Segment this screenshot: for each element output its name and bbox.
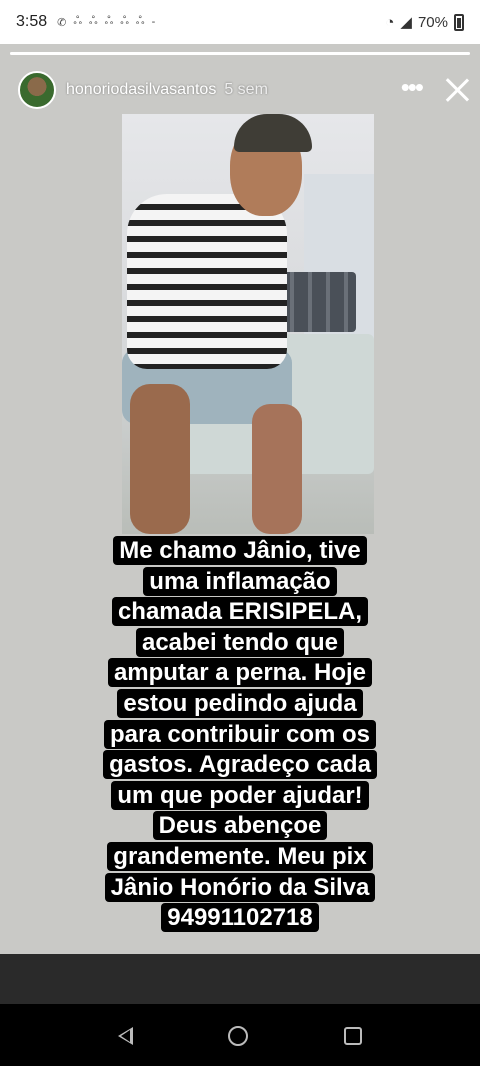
status-right: ◔ ◢ 70% (385, 13, 464, 31)
story-caption: Me chamo Jânio, tive uma inflamação chamad… (0, 536, 480, 934)
caption-line: Jânio Honório da Silva (0, 872, 480, 904)
whatsapp-icon: ✆ (57, 16, 67, 29)
android-nav-bar (0, 1006, 480, 1066)
caption-line-text: para contribuir com os (103, 719, 377, 749)
caption-line-text: amputar a perna. Hoje (107, 658, 373, 688)
header-actions: ••• (401, 74, 472, 106)
photo-leg (252, 404, 302, 534)
caption-line-text: Me chamo Jânio, tive (113, 536, 367, 565)
battery-percent: 70% (417, 13, 448, 31)
home-icon[interactable] (228, 1026, 249, 1046)
story-bottom-bar (0, 954, 480, 1004)
caption-line-text: Deus abençoe (152, 811, 328, 841)
caption-line: para contribuir com os (0, 719, 480, 751)
photo-person (127, 194, 287, 369)
overflow-dash: - (151, 16, 156, 28)
caption-line-text: grandemente. Meu pix (107, 841, 373, 871)
story-header: honoriodasilvasantos 5 sem ••• (18, 68, 472, 112)
caption-line: Deus abençoe (0, 811, 480, 842)
story-time-ago: 5 sem (224, 81, 268, 98)
caption-line-text: Jânio Honório da Silva (104, 872, 376, 902)
notif-icon: ஃ (120, 15, 129, 27)
caption-line-text: 94991102718 (161, 903, 319, 933)
story-photo (122, 114, 374, 534)
notif-icon: ஃ (135, 15, 145, 27)
username[interactable]: honoriodasilvasantos (66, 81, 216, 99)
caption-line: Me chamo Jânio, tive (0, 536, 480, 567)
caption-line-text: estou pedindo ajuda (117, 688, 363, 718)
close-icon[interactable] (442, 75, 472, 105)
signal-icon: ◢ (400, 14, 412, 31)
photo-cap (234, 114, 312, 152)
notif-icon: ஃ (104, 15, 114, 27)
caption-line-text: gastos. Agradeço cada (103, 750, 377, 780)
caption-line: uma inflamação (0, 566, 480, 598)
caption-line-text: uma inflamação (143, 566, 337, 596)
status-time: 3:58 (16, 13, 48, 30)
caption-line: um que poder ajudar! (0, 780, 480, 812)
wifi-icon: ◔ (385, 13, 395, 31)
story-progress-bar (10, 52, 470, 55)
notif-icon: ஃ (89, 15, 98, 27)
photo-chairs (276, 272, 356, 332)
back-icon[interactable] (117, 1027, 133, 1045)
caption-line: estou pedindo ajuda (0, 688, 480, 720)
story-progress-fill (10, 52, 470, 55)
status-left: 3:58 ✆ ஃ ஃ ஃ ஃ ஃ - (16, 13, 155, 31)
status-bar: 3:58 ✆ ஃ ஃ ஃ ஃ ஃ - ◔ ◢ 70% (0, 0, 480, 44)
caption-line-text: um que poder ajudar! (111, 780, 369, 810)
caption-line: amputar a perna. Hoje (0, 658, 480, 689)
caption-line: gastos. Agradeço cada (0, 750, 480, 781)
more-options-icon[interactable]: ••• (401, 74, 424, 106)
caption-line: acabei tendo que (0, 627, 480, 659)
caption-line: 94991102718 (0, 903, 480, 934)
caption-line: chamada ERISIPELA, (0, 597, 480, 628)
notif-icon: ஃ (73, 15, 82, 27)
caption-line-text: chamada ERISIPELA, (111, 597, 369, 627)
caption-line: grandemente. Meu pix (0, 841, 480, 873)
caption-line-text: acabei tendo que (135, 627, 345, 657)
notification-icons: ✆ ஃ ஃ ஃ ஃ ஃ - (57, 15, 155, 29)
recent-apps-icon[interactable] (344, 1027, 363, 1045)
story-view[interactable]: honoriodasilvasantos 5 sem ••• Me chamo … (0, 44, 480, 1004)
photo-leg (130, 384, 190, 534)
battery-icon (454, 13, 464, 31)
avatar[interactable] (18, 71, 56, 109)
